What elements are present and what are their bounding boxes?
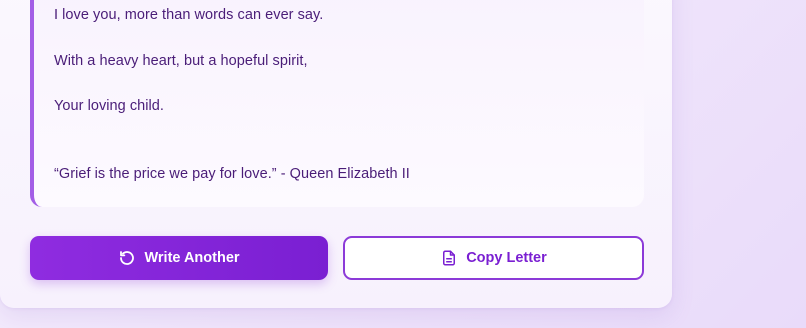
- letter-line: With a heavy heart, but a hopeful spirit…: [54, 53, 308, 69]
- write-another-label: Write Another: [144, 250, 240, 266]
- letter-line: I love you, more than words can ever say…: [54, 7, 324, 23]
- copy-letter-label: Copy Letter: [466, 250, 547, 266]
- copy-letter-button[interactable]: Copy Letter: [343, 236, 644, 280]
- refresh-icon: [118, 249, 136, 267]
- letter-quote: “Grief is the price we pay for love.” - …: [54, 166, 410, 182]
- document-icon: [440, 249, 458, 267]
- write-another-button[interactable]: Write Another: [30, 236, 328, 280]
- letter-signoff: Your loving child.: [54, 98, 164, 114]
